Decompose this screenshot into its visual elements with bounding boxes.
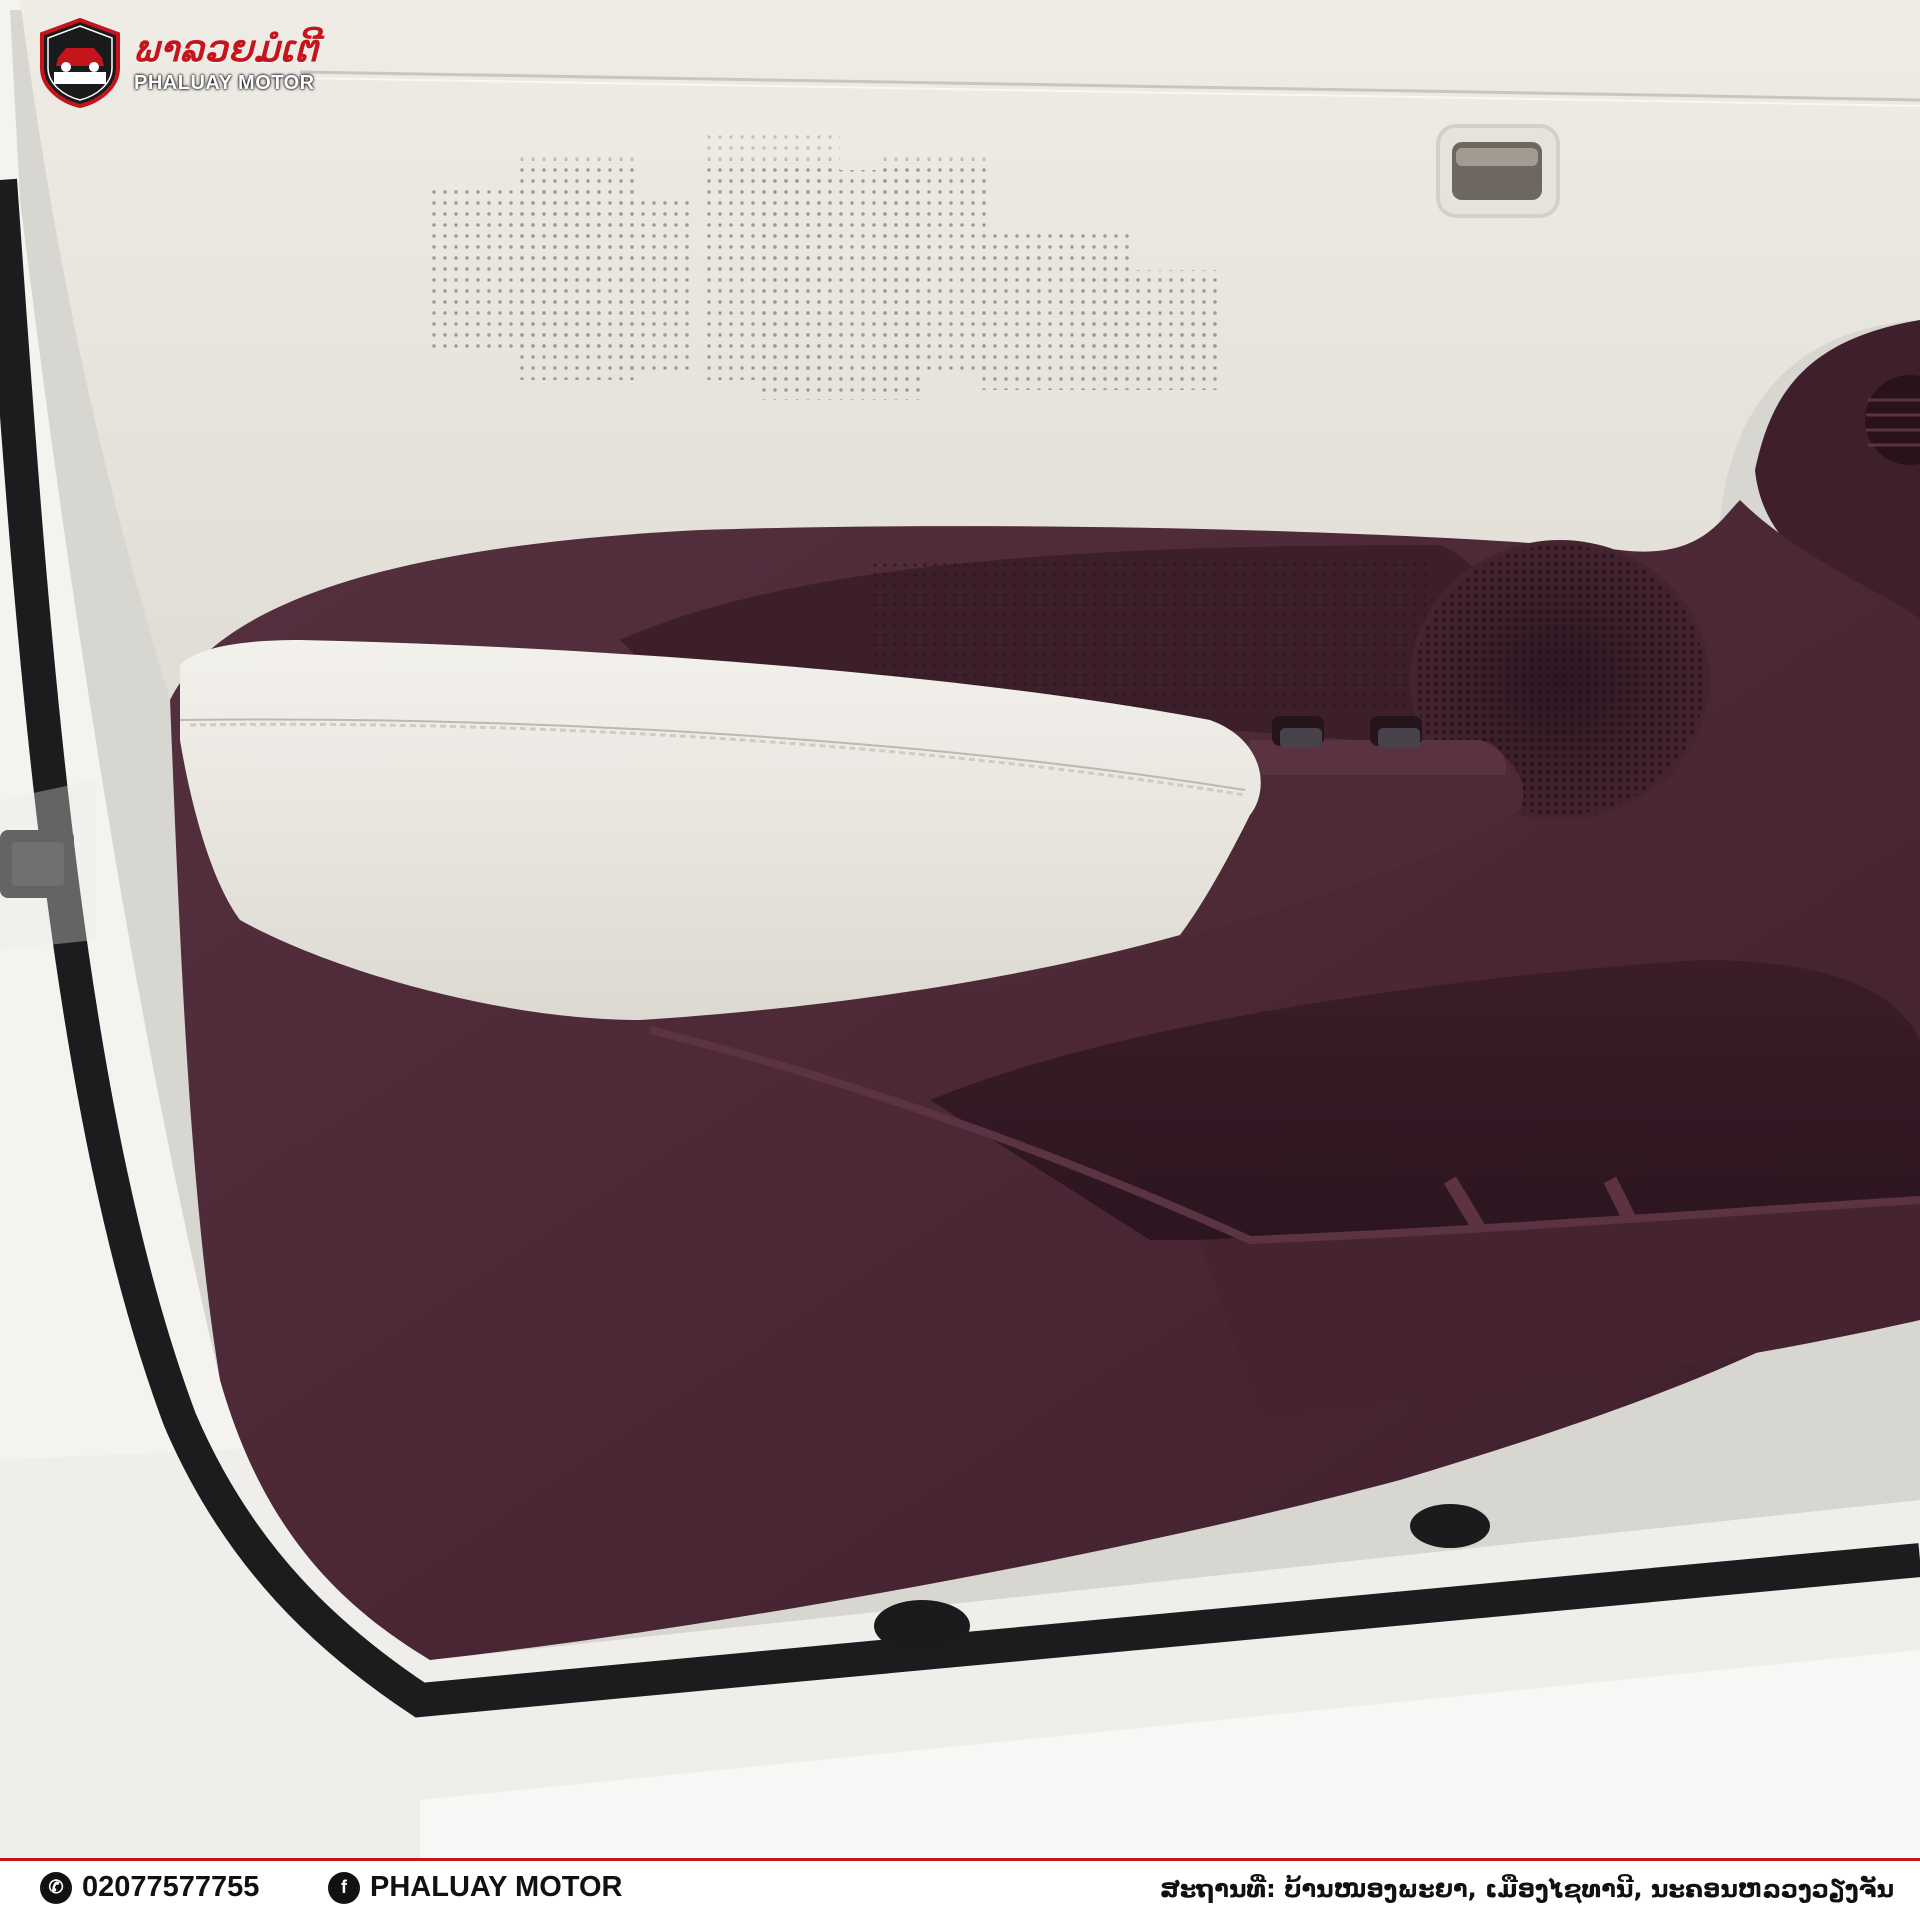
brand-logo: ພາລວຍມໍເຕີ PHALUAY MOTOR (34, 16, 319, 108)
footer-facebook-name: PHALUAY MOTOR (370, 1871, 623, 1903)
footer-phone[interactable]: ✆ 02077577755 (40, 1871, 259, 1904)
footer-facebook[interactable]: f PHALUAY MOTOR (328, 1871, 622, 1904)
footer-bar: ✆ 02077577755 f PHALUAY MOTOR ສະຖານທີ່: … (0, 1858, 1920, 1920)
phone-icon: ✆ (40, 1871, 72, 1904)
brand-english-name: PHALUAY MOTOR (134, 72, 315, 94)
door-interior-photo (0, 0, 1920, 1858)
brand-badge-icon (40, 17, 120, 108)
brand-lao-name: ພາລວຍມໍເຕີ (134, 28, 319, 70)
facebook-icon: f (328, 1871, 360, 1904)
footer-phone-number: 02077577755 (82, 1871, 260, 1903)
footer-address: ສະຖານທີ່: ບ້ານໜອງພະຍາ, ເມືອງໄຊທານີ, ນະຄອ… (1160, 1875, 1894, 1903)
